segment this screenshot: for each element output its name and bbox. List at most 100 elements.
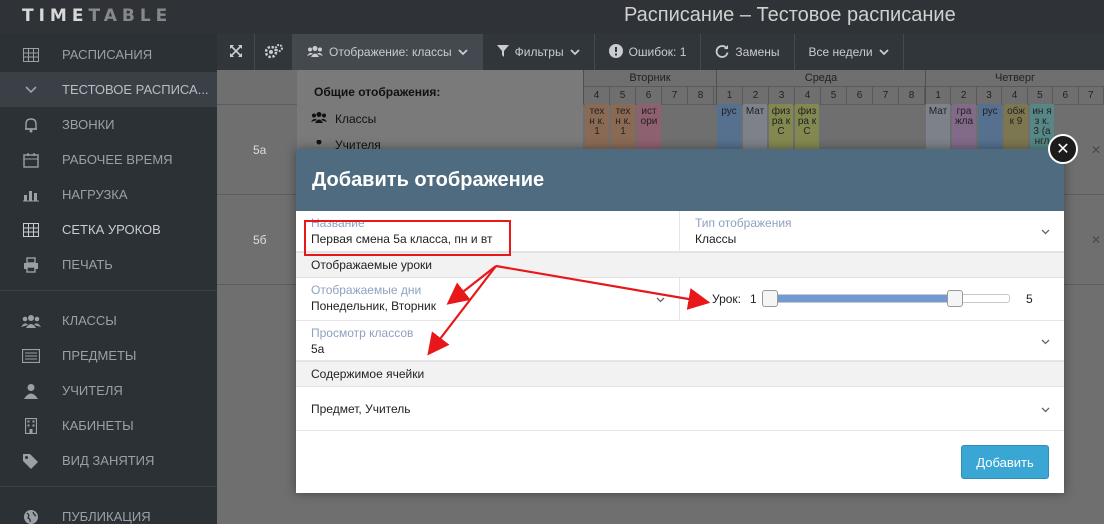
lesson-cell[interactable]: рус (978, 104, 1002, 150)
lesson-number: 4 (1002, 87, 1028, 104)
filters-dropdown[interactable]: Фильтры (483, 34, 595, 70)
sidebar-item-label: КАБИНЕТЫ (62, 418, 134, 433)
logo-text-table: TABLE (88, 6, 173, 26)
sidebar-item-test-schedule[interactable]: ТЕСТОВОЕ РАСПИСА... (0, 72, 217, 107)
lesson-range-slider[interactable] (770, 294, 1010, 303)
day-name: Четверг (926, 70, 1104, 87)
lesson-number: 2 (951, 87, 977, 104)
sidebar-item-working-time[interactable]: РАБОЧЕЕ ВРЕМЯ (0, 142, 217, 177)
remove-icon[interactable]: ✕ (1091, 233, 1101, 247)
lesson-range-min: 1 (750, 292, 757, 306)
lesson-cell[interactable]: обж к 9 (1004, 104, 1028, 150)
lesson-number: 5 (610, 87, 636, 104)
sidebar-item-label: СЕТКА УРОКОВ (62, 222, 161, 237)
menu-item-label: Классы (335, 111, 377, 126)
lesson-cell[interactable]: физ ра к С (769, 104, 793, 150)
sidebar-divider (0, 290, 217, 291)
users-icon (311, 111, 327, 126)
display-type-value: Классы (695, 232, 737, 246)
day-name: Вторник (584, 70, 716, 87)
lesson-range-label: Урок: (712, 292, 742, 306)
remove-icon[interactable]: ✕ (1091, 143, 1101, 157)
display-mode-dropdown[interactable]: Отображение: классы (293, 34, 483, 70)
sidebar-item-lesson-grid[interactable]: СЕТКА УРОКОВ (0, 212, 217, 247)
sidebar-item-label: ТЕСТОВОЕ РАСПИСА... (62, 82, 209, 97)
expand-icon (229, 44, 243, 61)
display-type-select[interactable]: Тип отображения Классы (680, 211, 1064, 252)
weeks-dropdown[interactable]: Все недели (795, 34, 904, 70)
sidebar-item-subjects[interactable]: ПРЕДМЕТЫ (0, 338, 217, 373)
toolbar: Отображение: классы Фильтры Ошибок: 1 За… (217, 34, 1104, 70)
lesson-cell[interactable]: физ ра к С (795, 104, 819, 150)
lesson-cell[interactable]: гра жла (952, 104, 976, 150)
sidebar-item-load[interactable]: НАГРУЗКА (0, 177, 217, 212)
expand-button[interactable] (217, 34, 255, 70)
sidebar-item-schedules[interactable]: РАСПИСАНИЯ (0, 37, 217, 72)
weeks-label: Все недели (808, 45, 873, 59)
displayed-days-label: Отображаемые дни (311, 283, 422, 297)
app-logo[interactable]: TIMETABLE (22, 6, 172, 26)
day-column-tuesday: Вторник 4 5 6 7 8 (583, 70, 716, 104)
sidebar-item-label: РАСПИСАНИЯ (62, 47, 153, 62)
sidebar-divider (0, 486, 217, 487)
chevron-down-icon (1041, 227, 1050, 238)
sidebar-item-label: РАБОЧЕЕ ВРЕМЯ (62, 152, 173, 167)
replacements-button[interactable]: Замены (701, 34, 795, 70)
bell-icon (0, 117, 62, 133)
logo-text-time: TIME (22, 6, 89, 26)
section-cell-content: Содержимое ячейки (296, 361, 1064, 387)
lesson-number: 6 (847, 87, 873, 104)
view-classes-select[interactable]: Просмотр классов 5а (296, 321, 1064, 361)
close-modal-button[interactable]: ✕ (1048, 134, 1078, 164)
settings-button[interactable] (255, 34, 293, 70)
lesson-number: 1 (717, 87, 743, 104)
cell-content-select[interactable]: Предмет, Учитель (296, 387, 1064, 431)
lesson-cell[interactable]: Мат (926, 104, 950, 150)
add-display-modal: Добавить отображение Название Первая сме… (296, 149, 1064, 493)
sidebar-item-classes[interactable]: КЛАССЫ (0, 303, 217, 338)
chevron-down-icon (569, 45, 580, 59)
chevron-down-icon (458, 45, 468, 59)
sidebar-item-bells[interactable]: ЗВОНКИ (0, 107, 217, 142)
gears-icon (264, 43, 284, 62)
menu-item-classes[interactable]: Классы (311, 111, 376, 126)
sidebar-item-rooms[interactable]: КАБИНЕТЫ (0, 408, 217, 443)
lesson-cell[interactable]: ист ори (637, 104, 661, 150)
lesson-number: 7 (662, 87, 688, 104)
errors-label: Ошибок: 1 (628, 45, 687, 59)
chevron-down-icon (878, 45, 889, 59)
page-title: Расписание – Тестовое расписание (624, 4, 956, 26)
view-classes-label: Просмотр классов (311, 326, 414, 340)
menu-section-title: Общие отображения: (314, 85, 441, 99)
add-button[interactable]: Добавить (961, 445, 1049, 479)
modal-title: Добавить отображение (296, 149, 1064, 211)
users-icon (307, 45, 323, 60)
sidebar-item-label: КЛАССЫ (62, 313, 117, 328)
lesson-number: 8 (899, 87, 925, 104)
lesson-number: 7 (873, 87, 899, 104)
lesson-number: 1 (926, 87, 952, 104)
chevron-down-icon (656, 295, 665, 306)
sidebar-item-publication[interactable]: ПУБЛИКАЦИЯ (0, 499, 217, 524)
displayed-days-select[interactable]: Отображаемые дни Понедельник, Вторник (296, 278, 680, 321)
lesson-cell[interactable]: тех н к. 1 (585, 104, 609, 150)
lesson-range-handle-min[interactable] (762, 290, 778, 307)
day-headers: Вторник 4 5 6 7 8 Среда 1 2 3 4 5 6 7 8 … (583, 70, 1104, 104)
lesson-number: 5 (1028, 87, 1054, 104)
sidebar-item-activity-types[interactable]: ВИД ЗАНЯТИЯ (0, 443, 217, 478)
sidebar-item-label: ПУБЛИКАЦИЯ (62, 509, 151, 524)
lesson-number: 4 (795, 87, 821, 104)
sidebar-item-label: ЗВОНКИ (62, 117, 115, 132)
lesson-number: 6 (1053, 87, 1079, 104)
lesson-range-handle-max[interactable] (946, 290, 963, 307)
lesson-number: 2 (743, 87, 769, 104)
lesson-cell[interactable]: тех н к. 1 (611, 104, 635, 150)
sidebar-item-teachers[interactable]: УЧИТЕЛЯ (0, 373, 217, 408)
lesson-cell[interactable]: Мат (743, 104, 767, 150)
lesson-cell[interactable]: рус (717, 104, 741, 150)
row-label-class: 5б (253, 233, 267, 247)
calendar-icon (0, 152, 62, 168)
sidebar-item-print[interactable]: ПЕЧАТЬ (0, 247, 217, 282)
lesson-number: 8 (688, 87, 714, 104)
errors-button[interactable]: Ошибок: 1 (595, 34, 702, 70)
